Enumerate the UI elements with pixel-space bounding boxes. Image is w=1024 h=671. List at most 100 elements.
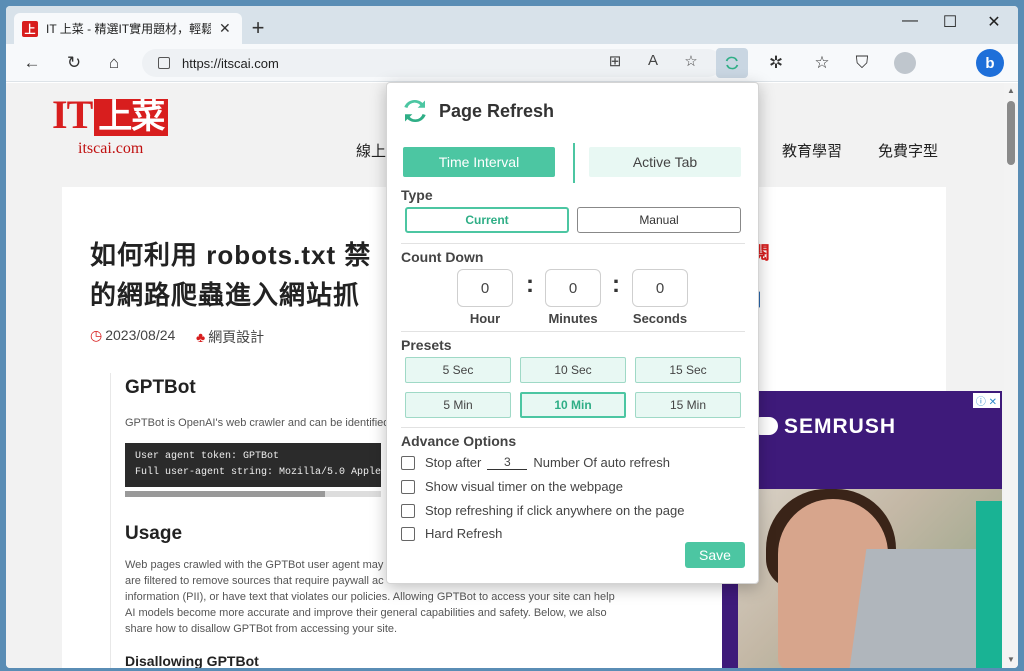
read-aloud-icon[interactable]: A <box>642 52 664 69</box>
option-visual-timer: Show visual timer on the webpage <box>401 479 623 494</box>
colon-separator: : <box>612 271 620 298</box>
site-logo[interactable]: IT 上菜 itscai.com <box>52 92 169 158</box>
profile-avatar[interactable] <box>894 52 916 74</box>
code-line-1: User agent token: GPTBot <box>135 451 280 462</box>
page-scrollbar[interactable]: ▲ ▼ <box>1004 83 1018 668</box>
separator <box>401 427 745 428</box>
lock-icon <box>158 57 170 69</box>
stop-after-checkbox[interactable] <box>401 455 415 470</box>
browser-window: 上 IT 上菜 - 精選IT實用題材，輕鬆學 ✕ + — ☐ ✕ ← ↻ ⌂ h… <box>6 6 1018 668</box>
ad-choices-icon[interactable]: ⓘ ✕ <box>972 393 1000 408</box>
bing-copilot-icon[interactable]: b <box>976 49 1004 77</box>
heading-disallow: Disallowing GPTBot <box>125 653 259 668</box>
back-arrow-icon[interactable]: ← <box>20 52 44 74</box>
mode-divider <box>573 143 575 183</box>
favorite-star-icon[interactable]: ☆ <box>680 52 702 70</box>
extensions-puzzle-icon[interactable]: ✲ <box>764 52 788 74</box>
date-text: 2023/08/24 <box>105 327 176 343</box>
nav-item-education[interactable]: 教育學習 <box>782 140 842 161</box>
browser-toolbar: ← ↻ ⌂ https://itscai.com ⊞ A ☆ ✲ ☆ ⛉ b <box>6 44 1018 82</box>
usage-line-3: information (PII), or have text that vio… <box>125 591 615 603</box>
ad-brand: SEMRUSH <box>752 415 896 439</box>
type-current-button[interactable]: Current <box>405 207 569 233</box>
stop-on-click-text: Stop refreshing if click anywhere on the… <box>425 503 685 518</box>
browser-tab[interactable]: 上 IT 上菜 - 精選IT實用題材，輕鬆學 ✕ <box>14 13 242 44</box>
site-favicon-icon: 上 <box>22 20 38 37</box>
logo-domain: itscai.com <box>78 140 144 157</box>
presets-label: Presets <box>401 337 452 353</box>
url-text: https://itscai.com <box>182 55 279 71</box>
type-manual-button[interactable]: Manual <box>577 207 741 233</box>
close-tab-icon[interactable]: ✕ <box>219 20 231 37</box>
heading-gptbot: GPTBot <box>125 377 196 398</box>
usage-line-4: AI models become more accurate and impro… <box>125 607 607 619</box>
article-category[interactable]: ♣ 網頁設計 <box>196 327 264 347</box>
maximize-icon[interactable]: ☐ <box>932 12 968 32</box>
advance-options-label: Advance Options <box>401 433 517 449</box>
separator <box>401 331 745 332</box>
seconds-input[interactable]: 0 <box>632 269 688 307</box>
new-tab-icon[interactable]: + <box>246 15 270 41</box>
page-refresh-logo-icon <box>404 99 426 123</box>
hard-refresh-text: Hard Refresh <box>425 526 503 541</box>
minutes-caption: Minutes <box>548 311 598 326</box>
visual-timer-text: Show visual timer on the webpage <box>425 479 624 494</box>
page-refresh-popup: Page Refresh Time Interval Active Tab Ty… <box>386 82 759 584</box>
option-stop-on-click: Stop refreshing if click anywhere on the… <box>401 503 684 518</box>
clock-icon: ◷ <box>90 327 103 343</box>
countdown-label: Count Down <box>401 249 484 265</box>
preset-15-min[interactable]: 15 Min <box>635 392 741 418</box>
code-scrollbar[interactable] <box>125 491 381 497</box>
type-label: Type <box>401 187 433 203</box>
tab-active-tab[interactable]: Active Tab <box>589 147 741 177</box>
preset-10-sec[interactable]: 10 Sec <box>520 357 626 383</box>
stop-after-text: Stop after <box>425 455 482 470</box>
grid-app-icon[interactable]: ⊞ <box>604 52 626 70</box>
home-icon[interactable]: ⌂ <box>102 52 126 74</box>
save-button[interactable]: Save <box>685 542 745 568</box>
address-bar[interactable]: https://itscai.com ⊞ A ☆ <box>142 49 722 77</box>
stop-after-input[interactable]: 3 <box>487 455 528 470</box>
reload-icon[interactable]: ↻ <box>62 52 86 74</box>
ad-photo <box>738 489 1002 668</box>
close-window-icon[interactable]: ✕ <box>976 12 1012 32</box>
seconds-caption: Seconds <box>632 311 688 326</box>
preset-15-sec[interactable]: 15 Sec <box>635 357 741 383</box>
scroll-down-icon[interactable]: ▼ <box>1004 655 1018 664</box>
option-hard-refresh: Hard Refresh <box>401 526 502 541</box>
hour-input[interactable]: 0 <box>457 269 513 307</box>
sitemap-icon: ♣ <box>196 329 206 345</box>
preset-10-min[interactable]: 10 Min <box>520 392 626 418</box>
category-text: 網頁設計 <box>208 329 265 345</box>
favorites-list-icon[interactable]: ☆ <box>810 52 834 74</box>
ad-brand-text: SEMRUSH <box>784 415 897 438</box>
nav-item-online[interactable]: 線上 <box>356 140 386 161</box>
stop-on-click-checkbox[interactable] <box>401 503 415 518</box>
heading-usage: Usage <box>125 523 183 544</box>
nav-item-free-fonts[interactable]: 免費字型 <box>878 140 938 161</box>
preset-5-min[interactable]: 5 Min <box>405 392 511 418</box>
preset-5-sec[interactable]: 5 Sec <box>405 357 511 383</box>
article-date: ◷ 2023/08/24 <box>90 327 175 344</box>
semrush-ad[interactable]: ⓘ ✕ SEMRUSH <box>722 391 1002 668</box>
browser-essentials-icon[interactable]: ⛉ <box>850 52 874 74</box>
separator <box>401 243 745 244</box>
tab-time-interval[interactable]: Time Interval <box>403 147 555 177</box>
hour-caption: Hour <box>469 311 501 326</box>
scroll-thumb[interactable] <box>1007 101 1015 165</box>
stop-after-suffix: Number Of auto refresh <box>533 455 670 470</box>
article-title: 如何利用 robots.txt 禁 的網路爬蟲進入網站抓 <box>90 235 430 315</box>
option-stop-after: Stop after 3 Number Of auto refresh <box>401 455 670 470</box>
visual-timer-checkbox[interactable] <box>401 479 415 494</box>
popup-title: Page Refresh <box>439 101 555 121</box>
logo-it: IT <box>52 92 93 137</box>
scroll-up-icon[interactable]: ▲ <box>1004 86 1018 95</box>
article-title-line2: 的網路爬蟲進入網站抓 <box>90 280 361 310</box>
page-refresh-extension-icon[interactable] <box>716 48 748 78</box>
hard-refresh-checkbox[interactable] <box>401 526 415 541</box>
minutes-input[interactable]: 0 <box>545 269 601 307</box>
usage-line-5: share how to disallow GPTBot from access… <box>125 623 398 635</box>
minimize-icon[interactable]: — <box>892 12 928 30</box>
article-title-line1: 如何利用 robots.txt 禁 <box>90 240 372 270</box>
tab-title: IT 上菜 - 精選IT實用題材，輕鬆學 <box>46 22 211 36</box>
